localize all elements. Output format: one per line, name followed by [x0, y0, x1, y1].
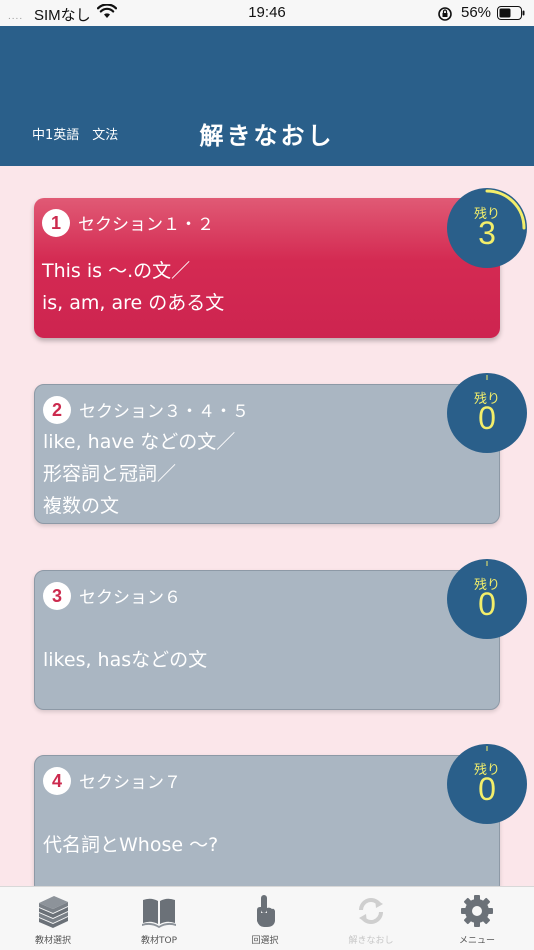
remaining-count: 0 [478, 771, 496, 807]
remaining-badge-3: 残り 0 [446, 558, 528, 640]
tab-material-select[interactable]: 教材選択 [0, 887, 106, 950]
open-book-icon [142, 898, 176, 928]
header: 中1英語 文法 解きなおし [0, 26, 534, 166]
pointing-hand-icon [257, 895, 275, 927]
books-icon [39, 896, 68, 928]
tab-round-select[interactable]: 回選択 [212, 887, 318, 950]
section-card-2[interactable]: 2 セクション３・４・５ like, have などの文／ 形容詞と冠詞／ 複数… [34, 384, 500, 524]
remaining-badge-4: 残り 0 [446, 743, 528, 825]
remaining-count: 3 [478, 215, 496, 251]
orientation-lock-icon [438, 7, 452, 21]
remaining-count: 0 [478, 400, 496, 436]
topic-line: 形容詞と冠詞／ [43, 463, 177, 485]
refresh-icon [359, 898, 383, 924]
topic-line: This is 〜.の文／ [42, 260, 191, 282]
tab-review[interactable]: 解きなおし [318, 887, 424, 950]
gear-icon [461, 895, 493, 927]
clock: 19:46 [248, 4, 286, 21]
section-card-1[interactable]: 1 セクション１・２ This is 〜.の文／ is, am, are のある… [34, 198, 500, 338]
section-label: セクション７ [79, 773, 181, 793]
topic-line: like, have などの文／ [43, 431, 236, 453]
card-number: 4 [43, 767, 71, 795]
section-card-4[interactable]: 4 セクション７ 代名詞とWhose 〜? [34, 755, 500, 895]
page-title: 解きなおし [199, 122, 335, 150]
remaining-badge-2: 残り 0 [446, 372, 528, 454]
battery-icon [497, 6, 525, 20]
tab-material-top[interactable]: 教材TOP [106, 887, 212, 950]
section-label: セクション１・２ [78, 215, 214, 235]
battery-percent: 56% [461, 4, 492, 21]
section-card-3[interactable]: 3 セクション６ likes, hasなどの文 [34, 570, 500, 710]
card-number: 1 [42, 209, 70, 237]
tab-menu[interactable]: メニュー [424, 887, 530, 950]
section-label: セクション６ [79, 588, 181, 608]
status-bar: .... SIMなし 19:46 56% [0, 0, 534, 26]
tab-bar: 教材選択 教材TOP 回選択 解きなおし メニュー [0, 886, 534, 950]
tab-label: 教材TOP [140, 936, 177, 946]
tab-label: 解きなおし [348, 936, 394, 946]
card-number: 3 [43, 582, 71, 610]
topic-line: 代名詞とWhose 〜? [43, 834, 219, 856]
tab-label: 回選択 [251, 936, 279, 946]
remaining-count: 0 [478, 586, 496, 622]
topic-line: likes, hasなどの文 [43, 649, 208, 671]
topic-line: 複数の文 [43, 495, 120, 517]
topic-line: is, am, are のある文 [42, 292, 225, 314]
section-label: セクション３・４・５ [79, 402, 249, 422]
tab-label: 教材選択 [34, 936, 71, 946]
tab-label: メニュー [458, 936, 495, 946]
card-number: 2 [43, 396, 71, 424]
remaining-badge-1: 残り 3 [446, 187, 528, 269]
